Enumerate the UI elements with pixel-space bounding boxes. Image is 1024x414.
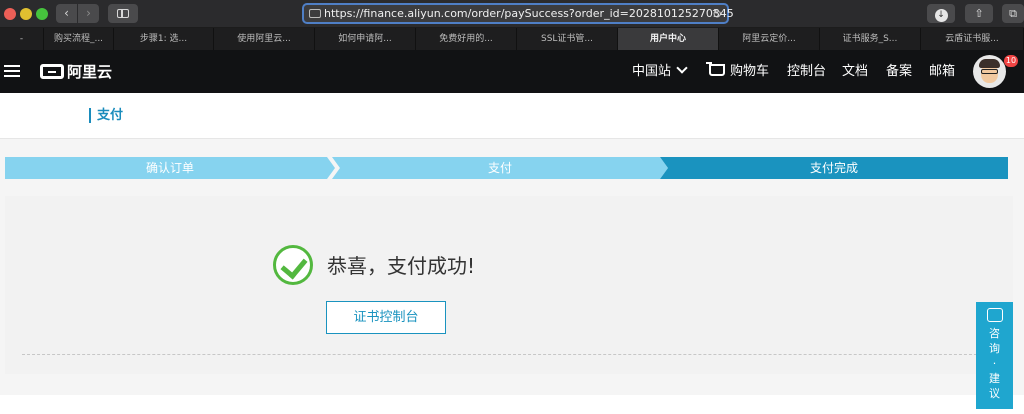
region-selector[interactable]: 中国站 xyxy=(632,62,688,81)
sidebar-toggle-button[interactable] xyxy=(108,4,138,23)
tab[interactable]: 如何申请阿... xyxy=(315,28,416,50)
site-icon xyxy=(309,9,321,18)
tab-active[interactable]: 用户中心 xyxy=(618,28,719,50)
consult-suggest-label: 咨询·建议 xyxy=(989,327,1000,400)
aliyun-logo-icon xyxy=(40,64,64,79)
page-title: 支付 xyxy=(89,108,123,123)
tab[interactable]: 阿里云定价... xyxy=(719,28,820,50)
tab[interactable]: 使用阿里云... xyxy=(214,28,315,50)
sidebar-icon xyxy=(117,9,129,18)
divider xyxy=(22,354,997,355)
progress-steps: 确认订单 支付 支付完成 xyxy=(5,157,1008,179)
download-button[interactable]: ↓ xyxy=(927,4,955,23)
step-pay: 支付 xyxy=(332,157,668,179)
certificate-console-button[interactable]: 证书控制台 xyxy=(326,301,446,334)
tab-bar: - 购买流程_... 步骤1: 选... 使用阿里云... 如何申请阿... 免… xyxy=(0,28,1024,50)
zoom-window-button[interactable] xyxy=(36,8,48,20)
chevron-left-icon: ‹ xyxy=(64,6,69,20)
address-bar[interactable]: https://finance.aliyun.com/order/paySucc… xyxy=(302,3,734,24)
notification-badge: 10 xyxy=(1004,55,1018,67)
mail-link[interactable]: 邮箱 xyxy=(929,63,955,81)
footer-area xyxy=(0,395,1024,414)
success-panel: 恭喜，支付成功! 证书控制台 xyxy=(5,196,1013,374)
tab[interactable]: 云盾证书服... xyxy=(921,28,1024,50)
site-header: 阿里云 中国站 购物车 控制台 文档 备案 邮箱 xyxy=(0,50,1024,93)
chat-icon xyxy=(986,308,1003,322)
aliyun-logo[interactable]: 阿里云 xyxy=(40,62,112,82)
url-text: https://finance.aliyun.com/order/paySucc… xyxy=(324,7,734,20)
tab[interactable]: 购买流程_... xyxy=(44,28,114,50)
check-circle-icon xyxy=(273,245,313,285)
console-link[interactable]: 控制台 xyxy=(787,63,826,81)
forward-button[interactable]: › xyxy=(78,4,99,23)
tab[interactable]: 步骤1: 选... xyxy=(114,28,214,50)
cart-icon xyxy=(706,62,725,76)
chevron-right-icon: › xyxy=(86,6,91,20)
share-button[interactable]: ⇧ xyxy=(965,4,993,23)
tab[interactable]: 免费好用的... xyxy=(416,28,517,50)
reload-icon[interactable]: ↻ xyxy=(712,7,722,21)
download-icon: ↓ xyxy=(934,9,948,22)
share-icon: ⇧ xyxy=(974,7,984,20)
close-window-button[interactable] xyxy=(4,8,16,20)
consult-suggest-widget[interactable]: 咨询·建议 xyxy=(976,302,1013,409)
tab[interactable]: - xyxy=(0,28,44,50)
title-bar: 支付 xyxy=(0,93,1024,139)
show-tabs-button[interactable]: ⧉ xyxy=(1002,4,1024,23)
success-message: 恭喜，支付成功! xyxy=(327,254,476,278)
chevron-down-icon xyxy=(676,62,688,74)
menu-icon[interactable] xyxy=(4,65,20,78)
step-confirm-order: 确认订单 xyxy=(5,157,335,179)
docs-link[interactable]: 文档 xyxy=(842,63,868,81)
tab[interactable]: 证书服务_S... xyxy=(820,28,921,50)
minimize-window-button[interactable] xyxy=(20,8,32,20)
browser-toolbar: ‹ › https://finance.aliyun.com/order/pay… xyxy=(0,0,1024,28)
tabs-icon: ⧉ xyxy=(1009,7,1017,20)
cart-link[interactable]: 购物车 xyxy=(706,62,769,81)
filing-link[interactable]: 备案 xyxy=(886,63,912,81)
user-avatar[interactable] xyxy=(973,55,1006,88)
step-pay-complete: 支付完成 xyxy=(660,157,1008,179)
tab[interactable]: SSL证书管... xyxy=(517,28,618,50)
back-button[interactable]: ‹ xyxy=(56,4,77,23)
